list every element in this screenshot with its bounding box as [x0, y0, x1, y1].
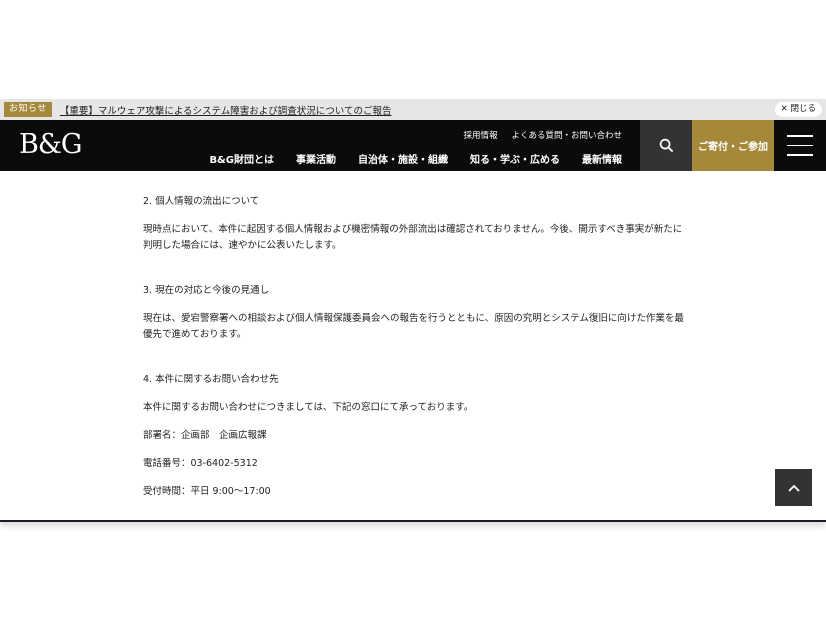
section-body: 現在は、愛宕警察署への相談および個人情報保護委員会への報告を行うとともに、原因の…: [143, 313, 684, 340]
article-content: 2. 個人情報の流出について 現時点において、本件に起因する個人情報および機密情…: [143, 194, 688, 500]
notice-close-button[interactable]: ✕ 閉じる: [774, 102, 822, 117]
contact-dept: 部署名：企画部 企画広報課: [143, 430, 267, 441]
contact-phone: 電話番号：03-6402-5312: [143, 458, 258, 469]
util-link-recruit[interactable]: 採用情報: [463, 129, 497, 141]
nav-item-about[interactable]: B&G財団とは: [209, 151, 274, 166]
nav-item-learn[interactable]: 知る・学ぶ・広める: [470, 151, 560, 166]
hamburger-menu-icon: [787, 135, 813, 137]
hamburger-menu-button[interactable]: [774, 120, 826, 171]
browser-viewport: お知らせ 【重要】マルウェア攻撃によるシステム障害および調査状況についてのご報告…: [0, 99, 826, 522]
util-link-faq-contact[interactable]: よくある質問・お問い合わせ: [511, 129, 622, 141]
page-top-button[interactable]: [775, 469, 812, 506]
nav-item-news[interactable]: 最新情報: [582, 151, 622, 166]
nav-item-facilities[interactable]: 自治体・施設・組織: [358, 151, 448, 166]
site-header: B&G 採用情報 よくある質問・お問い合わせ B&G財団とは 事業活動 自治体・…: [0, 120, 826, 171]
section-body: 現時点において、本件に起因する個人情報および機密情報の外部流出は確認されておりま…: [143, 224, 683, 251]
notice-badge: お知らせ: [4, 102, 52, 117]
utility-nav: 採用情報 よくある質問・お問い合わせ: [463, 129, 622, 141]
search-icon: [659, 138, 673, 153]
chevron-up-icon: [787, 484, 800, 492]
nav-item-activities[interactable]: 事業活動: [296, 151, 336, 166]
search-button[interactable]: [640, 120, 692, 171]
donate-button[interactable]: ご寄付・ご参加: [692, 120, 774, 171]
notice-bar: お知らせ 【重要】マルウェア攻撃によるシステム障害および調査状況についてのご報告…: [0, 99, 826, 120]
section-heading: 3. 現在の対応と今後の見通し: [143, 285, 270, 296]
section-body: 本件に関するお問い合わせにつきましては、下記の窓口にて承っております。: [143, 402, 474, 413]
main-nav: B&G財団とは 事業活動 自治体・施設・組織 知る・学ぶ・広める 最新情報: [209, 151, 622, 166]
contact-hours: 受付時間：平日 9:00〜17:00: [143, 486, 271, 497]
section-heading: 2. 個人情報の流出について: [143, 196, 260, 207]
site-logo[interactable]: B&G: [19, 128, 82, 162]
section-heading: 4. 本件に関するお問い合わせ先: [143, 374, 279, 385]
notice-link[interactable]: 【重要】マルウェア攻撃によるシステム障害および調査状況についてのご報告: [60, 103, 392, 117]
